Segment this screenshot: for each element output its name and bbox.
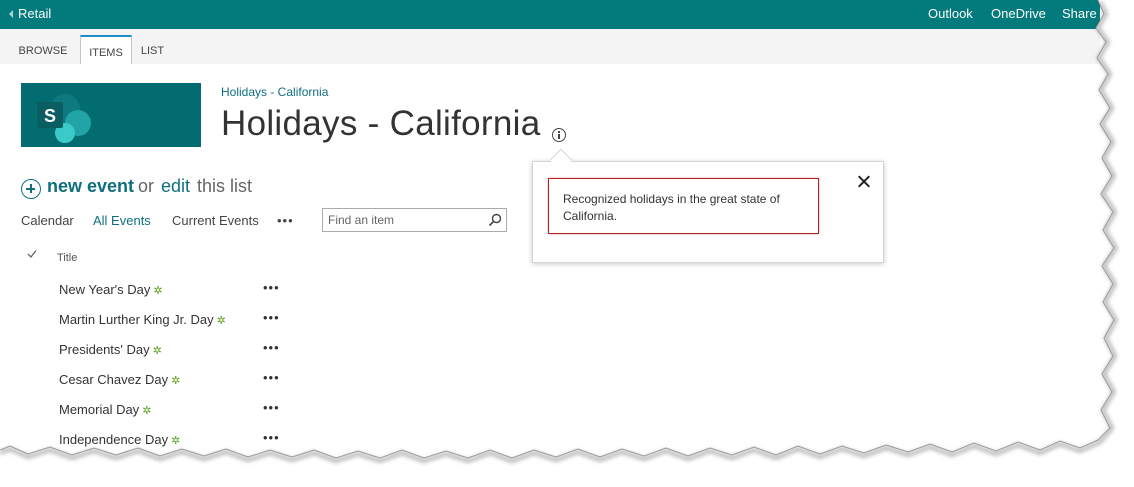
edit-link[interactable]: edit <box>161 176 190 197</box>
share-link[interactable]: Share <box>1062 6 1097 21</box>
onedrive-link[interactable]: OneDrive <box>991 6 1046 21</box>
list-item: Memorial Day ✲ ••• <box>0 400 300 432</box>
checkmark-icon[interactable] <box>27 249 37 259</box>
item-title[interactable]: Martin Lurther King Jr. Day <box>59 312 214 327</box>
row-ellipsis-icon[interactable]: ••• <box>263 430 280 445</box>
view-all-events[interactable]: All Events <box>93 213 151 228</box>
item-title[interactable]: New Year's Day <box>59 282 150 297</box>
new-item-icon: ✲ <box>171 375 181 387</box>
new-item-icon: ✲ <box>216 315 226 327</box>
item-title-link[interactable]: Memorial Day ✲ <box>59 402 151 417</box>
site-logo[interactable]: S <box>21 83 201 147</box>
item-title-link[interactable]: Martin Lurther King Jr. Day ✲ <box>59 312 226 327</box>
item-title-link[interactable]: New Year's Day ✲ <box>59 282 163 297</box>
ribbon: BROWSE ITEMS LIST <box>0 29 1100 64</box>
site-name-link[interactable]: Retail <box>18 6 51 21</box>
more-views-ellipsis-icon[interactable]: ••• <box>277 213 294 228</box>
plus-circle-icon[interactable] <box>21 179 41 199</box>
search-box <box>322 208 507 232</box>
new-item-icon: ✲ <box>152 345 162 357</box>
tab-list[interactable]: LIST <box>132 35 173 64</box>
row-ellipsis-icon[interactable]: ••• <box>263 400 280 415</box>
item-title-link[interactable]: Independence Day ✲ <box>59 432 180 447</box>
column-header-title[interactable]: Title <box>57 252 77 264</box>
new-event-link[interactable]: new event <box>47 176 134 197</box>
new-item-icon: ✲ <box>153 285 163 297</box>
suite-bar: Retail Outlook OneDrive Share <box>0 0 1100 29</box>
info-icon[interactable] <box>552 128 566 142</box>
row-ellipsis-icon[interactable]: ••• <box>263 310 280 325</box>
row-ellipsis-icon[interactable]: ••• <box>263 280 280 295</box>
list-item: Presidents' Day ✲ ••• <box>0 340 300 372</box>
item-title[interactable]: Presidents' Day <box>59 342 150 357</box>
row-ellipsis-icon[interactable]: ••• <box>263 340 280 355</box>
sharepoint-logo-icon: S <box>37 94 91 143</box>
list-item: Martin Lurther King Jr. Day ✲ ••• <box>0 310 300 342</box>
item-title[interactable]: Cesar Chavez Day <box>59 372 168 387</box>
item-title-link[interactable]: Presidents' Day ✲ <box>59 342 162 357</box>
close-icon[interactable] <box>858 175 871 188</box>
list-item: Independence Day ✲ ••• <box>0 430 300 462</box>
back-chevron-icon[interactable] <box>9 10 13 18</box>
new-item-icon: ✲ <box>171 435 181 447</box>
view-calendar[interactable]: Calendar <box>21 213 74 228</box>
list-item: Cesar Chavez Day ✲ ••• <box>0 370 300 402</box>
outlook-link[interactable]: Outlook <box>928 6 973 21</box>
tab-browse[interactable]: BROWSE <box>14 35 72 64</box>
tab-items[interactable]: ITEMS <box>80 35 132 64</box>
list-description: Recognized holidays in the great state o… <box>548 178 819 234</box>
search-icon[interactable] <box>488 213 502 227</box>
page-title: Holidays - California <box>221 104 541 143</box>
new-item-icon: ✲ <box>142 405 152 417</box>
view-current-events[interactable]: Current Events <box>172 213 259 228</box>
item-title[interactable]: Memorial Day <box>59 402 139 417</box>
or-label: or <box>138 176 155 196</box>
breadcrumb[interactable]: Holidays - California <box>221 85 328 99</box>
row-ellipsis-icon[interactable]: ••• <box>263 370 280 385</box>
list-item: New Year's Day ✲ ••• <box>0 280 300 312</box>
this-list-label: this list <box>197 176 253 196</box>
search-input[interactable] <box>323 209 483 231</box>
item-title-link[interactable]: Cesar Chavez Day ✲ <box>59 372 180 387</box>
svg-text:S: S <box>44 106 56 126</box>
item-title[interactable]: Independence Day <box>59 432 168 447</box>
